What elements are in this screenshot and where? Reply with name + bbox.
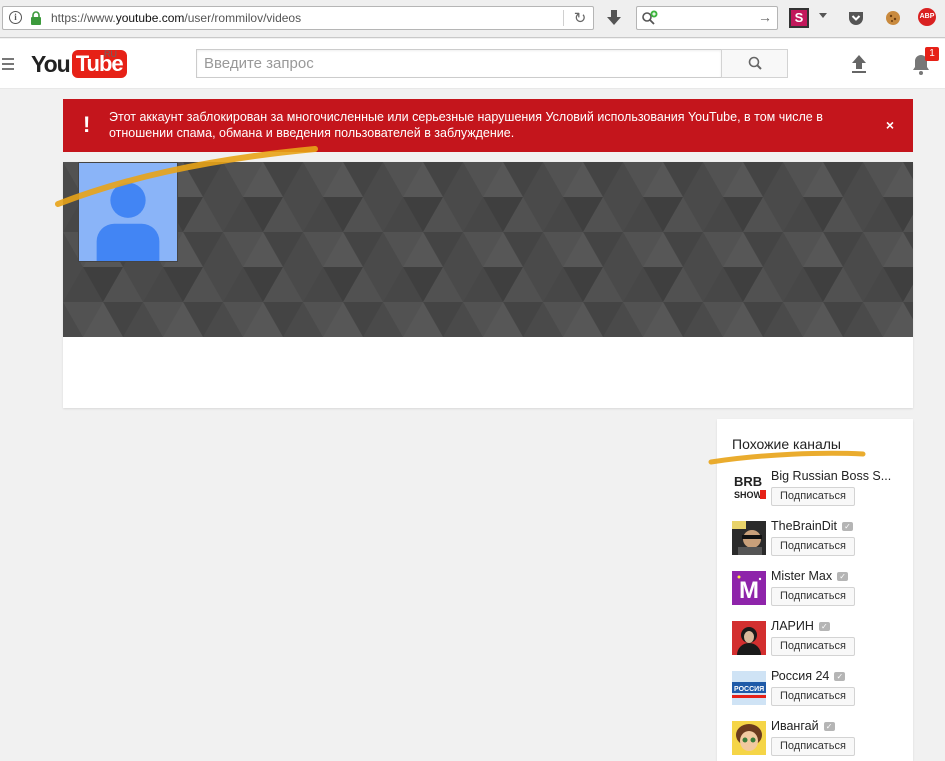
close-icon[interactable]: ×	[886, 117, 894, 133]
channel-name[interactable]: ЛАРИН ✓	[771, 619, 830, 633]
verified-icon: ✓	[837, 572, 849, 581]
chevron-down-icon[interactable]	[819, 13, 827, 18]
menu-icon[interactable]	[2, 58, 14, 73]
s-extension-icon[interactable]: S	[789, 8, 809, 28]
svg-text:BRB: BRB	[734, 474, 762, 489]
search-field[interactable]	[196, 49, 722, 78]
youtube-logo[interactable]: You Tube RU	[31, 49, 127, 78]
upload-icon[interactable]	[849, 53, 869, 75]
svg-text:M: M	[739, 577, 759, 604]
cookie-icon[interactable]	[883, 8, 903, 28]
channel-thumbnail-larin[interactable]	[732, 621, 766, 655]
verified-icon: ✓	[842, 522, 853, 531]
subscribe-button[interactable]: Подписаться	[771, 687, 855, 706]
channel-banner	[63, 162, 913, 337]
region-label: RU	[104, 49, 117, 59]
channel-thumbnail-russia-24[interactable]: РОССИЯ	[732, 671, 766, 705]
subscribe-button[interactable]: Подписаться	[771, 587, 855, 606]
info-icon[interactable]: i	[9, 11, 22, 24]
verified-icon: ✓	[834, 672, 846, 681]
verified-icon: ✓	[823, 722, 835, 731]
search-icon	[748, 56, 762, 70]
verified-icon: ✓	[818, 622, 830, 631]
yt-masthead: YouTube RU 1	[0, 39, 945, 89]
svg-text:SHOW: SHOW	[734, 490, 763, 500]
reload-icon[interactable]: ↻	[571, 10, 589, 28]
browser-toolbar: i https://www.youtube.com/user/rommilov/…	[0, 0, 945, 38]
adblock-icon[interactable]: ABP	[918, 8, 936, 26]
related-channel-item: РОССИЯ Россия 24 ✓ Подписаться	[732, 669, 907, 711]
alert-message: Этот аккаунт заблокирован за многочислен…	[109, 110, 823, 140]
channel-thumbnail-brb[interactable]: BRB SHOW	[732, 471, 766, 505]
channel-thumbnail-ivangai[interactable]	[732, 721, 766, 755]
subscribe-button[interactable]: Подписаться	[771, 737, 855, 756]
subscribe-button[interactable]: Подписаться	[771, 637, 855, 656]
related-channel-item: TheBrainDit ✓ Подписаться	[732, 519, 907, 561]
related-channel-item: M Mister Max ✓ Подписаться	[732, 569, 907, 611]
subscribe-button[interactable]: Подписаться	[771, 537, 855, 556]
url-text: https://www.youtube.com/user/rommilov/vi…	[51, 11, 302, 25]
browser-search-box[interactable]: →	[636, 6, 778, 30]
channel-name[interactable]: Россия 24 ✓	[771, 669, 846, 683]
search-engine-icon	[642, 10, 658, 25]
pocket-icon[interactable]	[846, 8, 866, 28]
related-channels-title: Похожие каналы	[732, 436, 841, 452]
account-blocked-alert: ! Этот аккаунт заблокирован за многочисл…	[63, 99, 913, 152]
subscribe-button[interactable]: Подписаться	[771, 487, 855, 506]
download-icon[interactable]	[604, 8, 624, 28]
notification-count-badge: 1	[925, 47, 939, 61]
alert-icon: !	[83, 112, 91, 137]
channel-avatar[interactable]	[78, 162, 178, 262]
svg-text:РОССИЯ: РОССИЯ	[734, 686, 764, 693]
related-channel-item: ЛАРИН ✓ Подписаться	[732, 619, 907, 661]
lock-icon	[31, 11, 41, 25]
channel-name[interactable]: Ивангай ✓	[771, 719, 835, 733]
related-channel-item: Ивангай ✓ Подписаться	[732, 719, 907, 761]
channel-thumbnail-thebraindit[interactable]	[732, 521, 766, 555]
channel-name[interactable]: Big Russian Boss S...	[771, 469, 891, 483]
channel-header-card	[63, 162, 913, 408]
channel-name[interactable]: TheBrainDit ✓	[771, 519, 853, 533]
address-bar[interactable]: i https://www.youtube.com/user/rommilov/…	[2, 6, 594, 30]
search-input[interactable]	[197, 50, 721, 77]
channel-thumbnail-mister-max[interactable]: M	[732, 571, 766, 605]
search-go-icon[interactable]: →	[758, 9, 772, 25]
search-button[interactable]	[721, 49, 788, 78]
related-channels-panel: Похожие каналы BRB SHOW Big Russian Boss…	[717, 419, 913, 761]
url-divider	[563, 10, 564, 26]
channel-name[interactable]: Mister Max ✓	[771, 569, 849, 583]
related-channel-item: BRB SHOW Big Russian Boss S... Подписать…	[732, 469, 907, 511]
